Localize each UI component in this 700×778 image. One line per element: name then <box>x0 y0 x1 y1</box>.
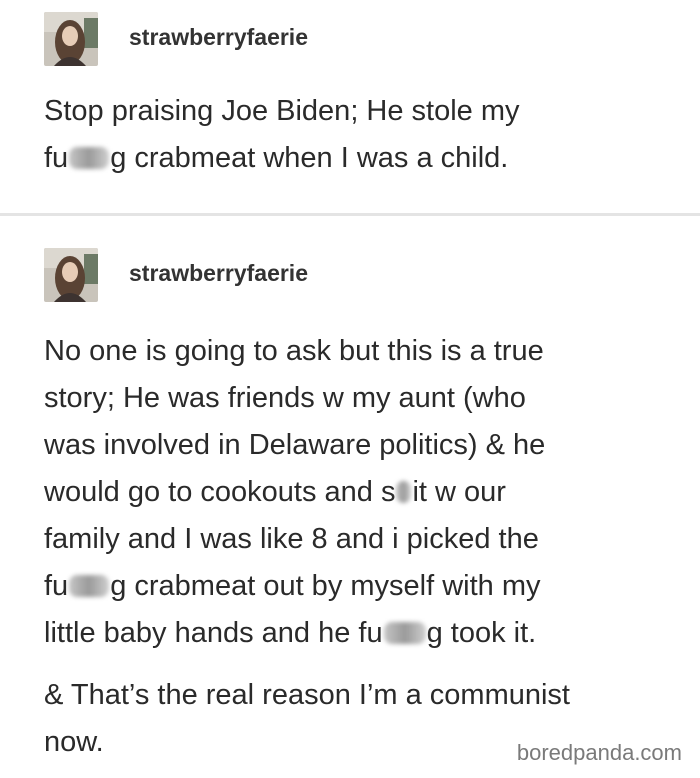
avatar[interactable] <box>44 248 98 302</box>
watermark: boredpanda.com <box>516 740 682 765</box>
text-line: little baby hands and he fu g took it. <box>44 610 664 657</box>
text-span: fu <box>44 570 69 602</box>
avatar-photo-icon <box>44 12 98 66</box>
post: strawberryfaerie Stop praising Joe Biden… <box>0 0 700 214</box>
text-span: would go to cookouts and s <box>44 476 396 508</box>
censor-blur <box>383 622 426 644</box>
text-span: g crabmeat out by myself with my <box>110 570 541 602</box>
text-span: family and I was like 8 and i picked the <box>44 523 539 555</box>
text-line: would go to cookouts and s it w our <box>44 469 664 516</box>
text-span: story; He was friends w my aunt (who <box>44 382 526 414</box>
text-span: No one is going to ask but this is a tru… <box>44 335 544 367</box>
censor-blur <box>396 481 412 503</box>
text-span: now. <box>44 726 104 758</box>
username[interactable]: strawberryfaerie <box>129 24 308 51</box>
censor-blur <box>69 147 110 169</box>
post-body: Stop praising Joe Biden; He stole my fu g… <box>44 88 664 182</box>
text-line: No one is going to ask but this is a tru… <box>44 328 664 375</box>
text-span: g took it. <box>426 617 537 649</box>
avatar[interactable] <box>44 12 98 66</box>
text-span: fu <box>44 142 69 174</box>
text-line: fu g crabmeat out by myself with my <box>44 563 664 610</box>
text-span: it w our <box>412 476 506 508</box>
text-span: & That’s the real reason I’m a communist <box>44 679 570 711</box>
text-line: fu g crabmeat when I was a child. <box>44 135 664 182</box>
censor-blur <box>69 575 110 597</box>
text-span: little baby hands and he fu <box>44 617 383 649</box>
text-line: story; He was friends w my aunt (who <box>44 375 664 422</box>
text-span: was involved in Delaware politics) & he <box>44 429 546 461</box>
text-line: was involved in Delaware politics) & he <box>44 422 664 469</box>
post: strawberryfaerie No one is going to ask … <box>0 216 700 778</box>
text-span: g crabmeat when I was a child. <box>110 142 509 174</box>
text-span: Stop praising Joe Biden; He stole my <box>44 95 520 127</box>
post-header: strawberryfaerie <box>44 248 644 302</box>
post-body: No one is going to ask but this is a tru… <box>44 328 664 766</box>
text-line: & That’s the real reason I’m a communist <box>44 672 664 719</box>
username[interactable]: strawberryfaerie <box>129 260 308 287</box>
avatar-photo-icon <box>44 248 98 302</box>
text-line: Stop praising Joe Biden; He stole my <box>44 88 664 135</box>
text-line: family and I was like 8 and i picked the <box>44 516 664 563</box>
post-header: strawberryfaerie <box>44 12 644 66</box>
